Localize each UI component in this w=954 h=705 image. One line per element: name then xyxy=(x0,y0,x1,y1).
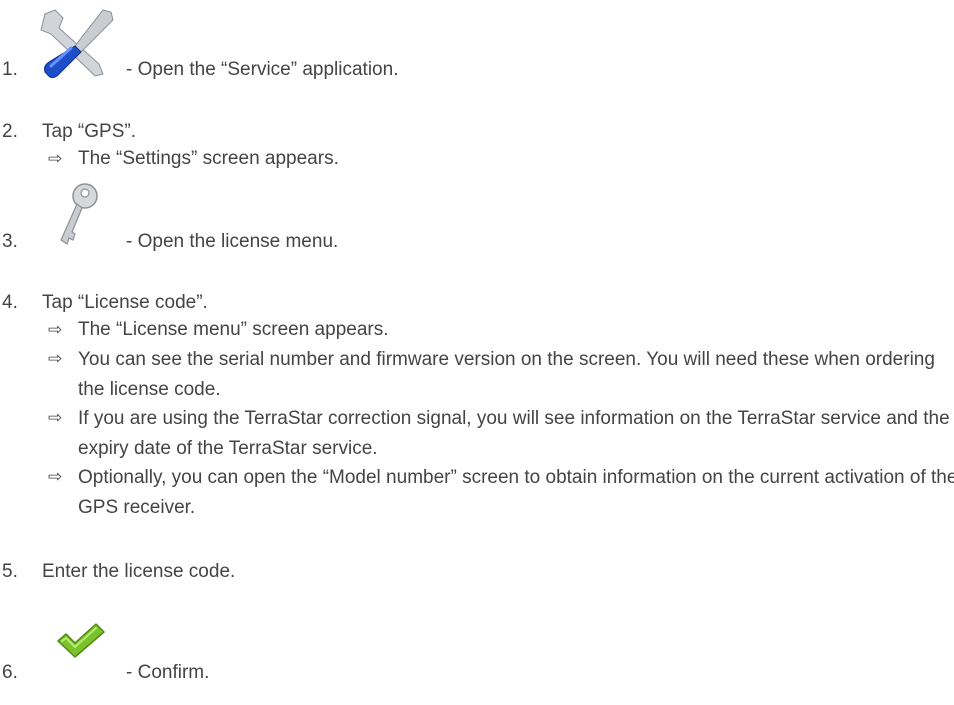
step-text: Tap “GPS”. xyxy=(42,121,136,142)
result-text: Optionally, you can open the “Model numb… xyxy=(78,467,954,518)
result-arrow-icon: ⇨ xyxy=(48,320,63,340)
step-3: 3. - Open the license menu. xyxy=(0,183,954,256)
step-5: 5. Enter the license code. xyxy=(0,558,954,586)
step-text: Enter the license code. xyxy=(42,561,236,582)
step-number: 4. xyxy=(2,292,18,313)
step-2: 2. Tap “GPS”. xyxy=(0,118,954,146)
step-4: 4. Tap “License code”. xyxy=(0,289,954,317)
step-number: 6. xyxy=(2,662,18,683)
result-arrow-icon: ⇨ xyxy=(48,149,63,169)
step-6: 6. - Confirm. xyxy=(0,623,954,687)
result-text: If you are using the TerraStar correctio… xyxy=(78,408,950,459)
step-text: - Open the “Service” application. xyxy=(126,59,399,80)
step-number: 1. xyxy=(2,59,18,80)
checkmark-icon xyxy=(54,621,106,670)
result-text: The “Settings” screen appears. xyxy=(78,148,339,169)
key-icon xyxy=(55,182,105,261)
step-number: 2. xyxy=(2,121,18,142)
result-arrow-icon: ⇨ xyxy=(48,467,63,487)
step-text: - Open the license menu. xyxy=(126,231,339,252)
result-text: You can see the serial number and firmwa… xyxy=(78,349,935,400)
step-number: 5. xyxy=(2,561,18,582)
service-tools-icon xyxy=(33,6,123,90)
result-arrow-icon: ⇨ xyxy=(48,349,63,369)
step-1: 1. - Open the “Service” application. xyxy=(0,9,954,84)
step-text: - Confirm. xyxy=(126,662,210,683)
result-arrow-icon: ⇨ xyxy=(48,408,63,428)
step-number: 3. xyxy=(2,231,18,252)
step-text: Tap “License code”. xyxy=(42,292,208,313)
result-text: The “License menu” screen appears. xyxy=(78,319,389,340)
